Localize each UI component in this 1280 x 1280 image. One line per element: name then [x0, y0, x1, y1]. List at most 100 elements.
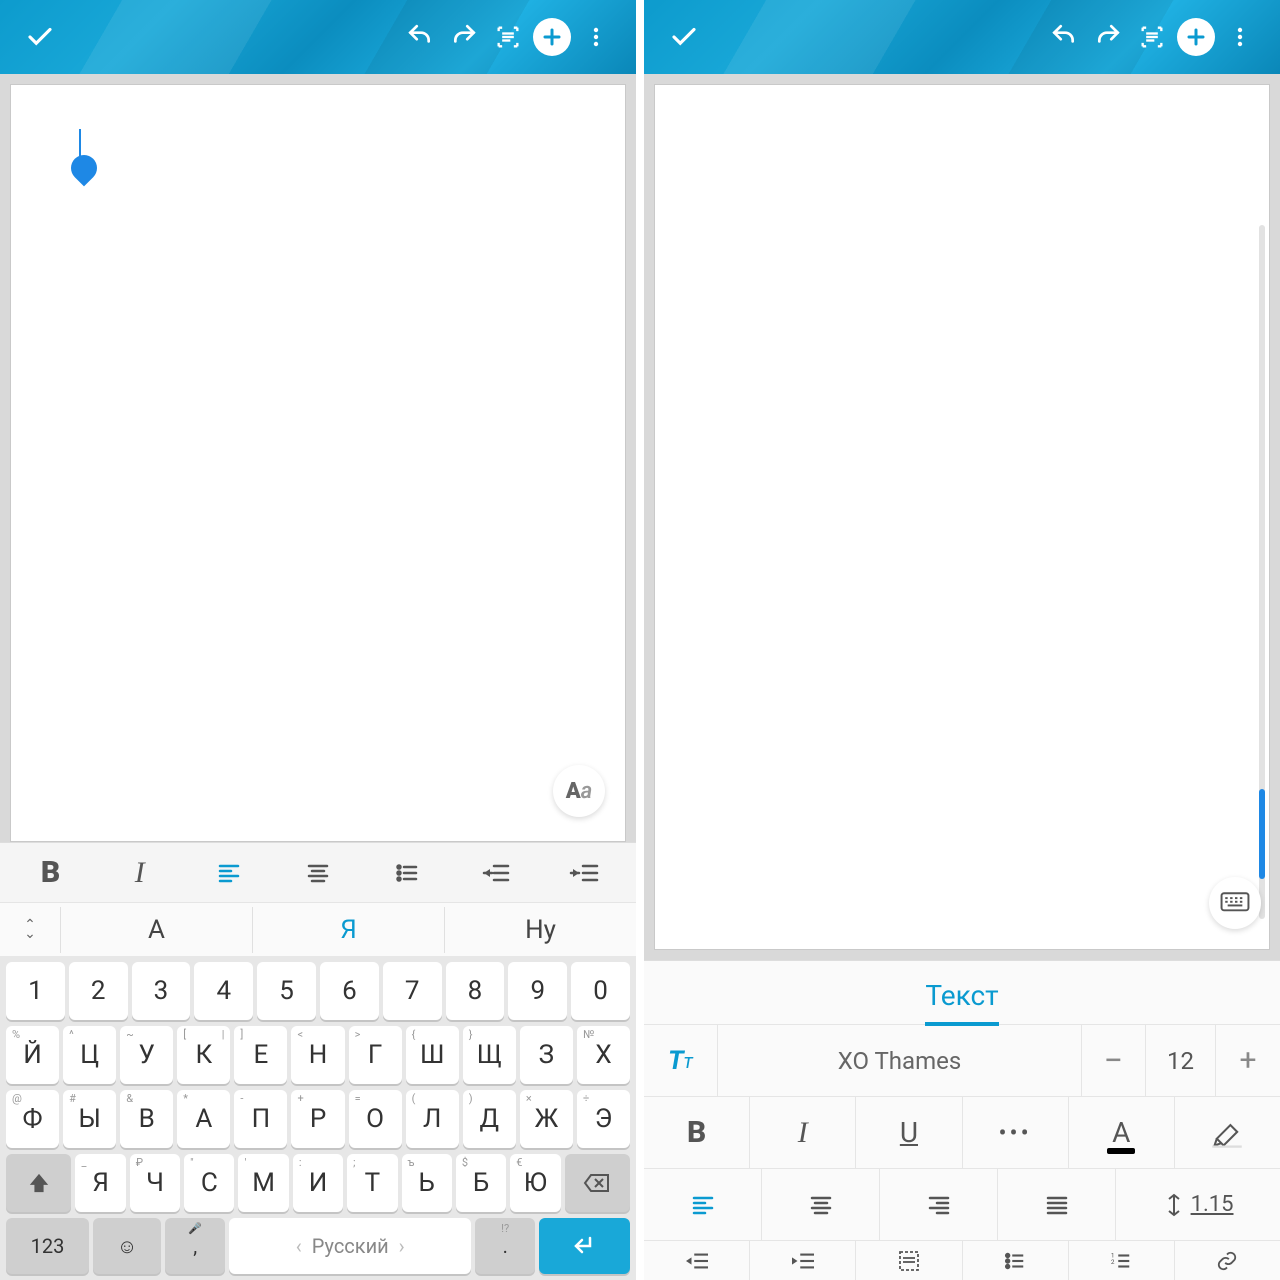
font-presets-button[interactable]: Tт	[644, 1025, 718, 1096]
keyboard-floating-button[interactable]	[1209, 877, 1261, 929]
key-Ш[interactable]: {Ш	[406, 1026, 459, 1084]
link-button[interactable]	[1175, 1241, 1280, 1280]
border-button[interactable]	[856, 1241, 962, 1280]
key-Щ[interactable]: }Щ	[463, 1026, 516, 1084]
key-З[interactable]: З	[520, 1026, 573, 1084]
emoji-key[interactable]: ☺	[93, 1218, 161, 1274]
highlight-button[interactable]	[1175, 1097, 1280, 1168]
key-Н[interactable]: <Н	[291, 1026, 344, 1084]
bold-button[interactable]: B	[23, 849, 79, 897]
undo-button[interactable]	[398, 15, 442, 59]
redo-button[interactable]	[1086, 15, 1130, 59]
bullet-list-button[interactable]	[963, 1241, 1069, 1280]
key-6[interactable]: 6	[320, 962, 379, 1020]
align-right-button[interactable]	[880, 1169, 998, 1240]
bold-button[interactable]: B	[644, 1097, 750, 1168]
key-Ю[interactable]: €Ю	[510, 1154, 560, 1212]
shift-key[interactable]	[6, 1154, 71, 1212]
redo-button[interactable]	[442, 15, 486, 59]
font-size-increase[interactable]: +	[1216, 1025, 1280, 1096]
key-Й[interactable]: %Й	[6, 1026, 59, 1084]
symbols-key[interactable]: 123	[6, 1218, 89, 1274]
key-П[interactable]: -П	[234, 1090, 287, 1148]
outdent-button[interactable]	[644, 1241, 750, 1280]
select-button[interactable]	[1130, 15, 1174, 59]
indent-button[interactable]	[557, 849, 613, 897]
suggestion-1[interactable]: А	[60, 907, 252, 953]
key-Ж[interactable]: ×Ж	[520, 1090, 573, 1148]
text-color-button[interactable]: A	[1069, 1097, 1175, 1168]
key-7[interactable]: 7	[383, 962, 442, 1020]
key-У[interactable]: ~У	[120, 1026, 173, 1084]
more-styles-button[interactable]: •••	[963, 1097, 1069, 1168]
add-button[interactable]	[1174, 15, 1218, 59]
key-С[interactable]: "С	[184, 1154, 234, 1212]
key-8[interactable]: 8	[446, 962, 505, 1020]
key-Б[interactable]: $Б	[456, 1154, 506, 1212]
key-А[interactable]: *А	[177, 1090, 230, 1148]
more-button[interactable]	[574, 15, 618, 59]
italic-button[interactable]: I	[112, 849, 168, 897]
key-К[interactable]: [|К	[177, 1026, 230, 1084]
key-Л[interactable]: (Л	[406, 1090, 459, 1148]
add-button[interactable]	[530, 15, 574, 59]
key-О[interactable]: =О	[349, 1090, 402, 1148]
period-key[interactable]: !?.	[475, 1218, 535, 1274]
panel-tab-text[interactable]: Текст	[644, 961, 1280, 1024]
scrollbar[interactable]	[1259, 225, 1265, 919]
key-3[interactable]: 3	[132, 962, 191, 1020]
text-cursor-handle[interactable]	[71, 129, 97, 181]
backspace-key[interactable]	[565, 1154, 630, 1212]
document-area[interactable]: Aa	[0, 74, 636, 842]
key-Ф[interactable]: @Ф	[6, 1090, 59, 1148]
format-floating-button[interactable]: Aa	[553, 765, 605, 817]
key-0[interactable]: 0	[571, 962, 630, 1020]
number-list-button[interactable]: 12	[1069, 1241, 1175, 1280]
select-button[interactable]	[486, 15, 530, 59]
key-М[interactable]: 'М	[238, 1154, 288, 1212]
key-2[interactable]: 2	[69, 962, 128, 1020]
outdent-button[interactable]	[468, 849, 524, 897]
key-Я[interactable]: _Я	[75, 1154, 125, 1212]
confirm-button[interactable]	[662, 15, 706, 59]
font-size-value[interactable]: 12	[1146, 1025, 1216, 1096]
key-В[interactable]: &В	[120, 1090, 173, 1148]
font-size-decrease[interactable]: −	[1082, 1025, 1146, 1096]
key-Ь[interactable]: ъЬ	[402, 1154, 452, 1212]
key-4[interactable]: 4	[194, 962, 253, 1020]
list-button[interactable]	[379, 849, 435, 897]
key-9[interactable]: 9	[508, 962, 567, 1020]
key-Ц[interactable]: ^Ц	[63, 1026, 116, 1084]
key-Ы[interactable]: #Ы	[63, 1090, 116, 1148]
suggestion-3[interactable]: Ну	[444, 907, 636, 953]
key-Г[interactable]: >Г	[349, 1026, 402, 1084]
confirm-button[interactable]	[18, 15, 62, 59]
indent-button[interactable]	[750, 1241, 856, 1280]
underline-button[interactable]: U	[856, 1097, 962, 1168]
italic-button[interactable]: I	[750, 1097, 856, 1168]
align-center-button[interactable]	[290, 849, 346, 897]
align-justify-button[interactable]	[998, 1169, 1116, 1240]
comma-key[interactable]: 🎤,	[165, 1218, 225, 1274]
key-1[interactable]: 1	[6, 962, 65, 1020]
key-Х[interactable]: №Х	[577, 1026, 630, 1084]
expand-suggestions-button[interactable]: ⌃⌄	[0, 921, 60, 938]
font-name-selector[interactable]: XO Thames	[718, 1025, 1082, 1096]
more-button[interactable]	[1218, 15, 1262, 59]
align-left-button[interactable]	[201, 849, 257, 897]
key-Т[interactable]: ;Т	[347, 1154, 397, 1212]
undo-button[interactable]	[1042, 15, 1086, 59]
space-key[interactable]: ‹ Русский ›	[229, 1218, 471, 1274]
suggestion-2[interactable]: Я	[252, 907, 444, 953]
document-area[interactable]	[644, 74, 1280, 960]
key-Ч[interactable]: ₽Ч	[130, 1154, 180, 1212]
align-center-button[interactable]	[762, 1169, 880, 1240]
enter-key[interactable]	[539, 1218, 630, 1274]
align-left-button[interactable]	[644, 1169, 762, 1240]
key-Е[interactable]: ]Е	[234, 1026, 287, 1084]
line-spacing-button[interactable]: 1.15	[1116, 1169, 1280, 1240]
key-Р[interactable]: +Р	[291, 1090, 344, 1148]
key-И[interactable]: :И	[293, 1154, 343, 1212]
key-5[interactable]: 5	[257, 962, 316, 1020]
key-Э[interactable]: ÷Э	[577, 1090, 630, 1148]
